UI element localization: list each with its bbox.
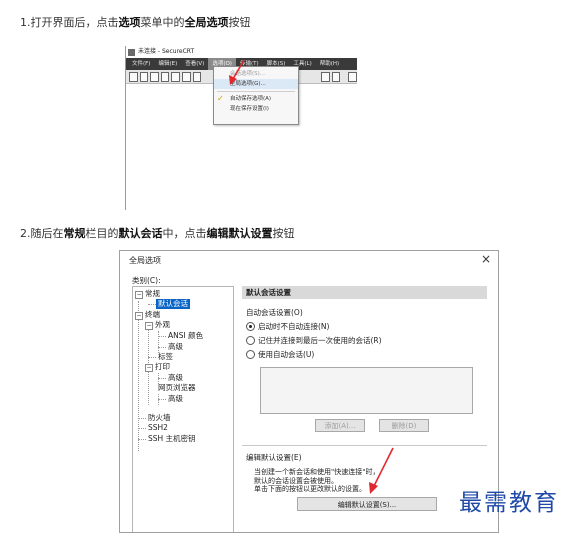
- radio-use-auto-session[interactable]: 使用自动会话(U): [246, 349, 314, 360]
- tree-item-tabs[interactable]: 标签: [158, 352, 173, 362]
- radio-no-auto-connect[interactable]: 启动时不自动连接(N): [246, 321, 329, 332]
- auto-session-group-label: 自动会话设置(O): [246, 308, 303, 317]
- delete-session-button[interactable]: 删除(D): [379, 419, 429, 432]
- copy-icon[interactable]: [181, 71, 191, 82]
- edit-desc-line: 当创建一个新会话和使用"快速连接"时，: [254, 468, 380, 476]
- radio-unselected-icon: [246, 350, 255, 359]
- check-icon: ✓: [217, 94, 224, 103]
- tree-item-general[interactable]: 常规: [145, 289, 160, 299]
- help-icon[interactable]: [331, 71, 341, 82]
- tree-item-print-advanced[interactable]: 高级: [168, 373, 183, 383]
- category-label: 类别(C):: [132, 276, 161, 285]
- edit-default-group: 编辑默认设置(E) 当创建一个新会话和使用"快速连接"时， 默认的会话设置会被使…: [242, 445, 487, 532]
- watermark-logo: 最需教育: [459, 490, 559, 516]
- menu-file[interactable]: 文件(F): [128, 58, 154, 70]
- menu-edit[interactable]: 编辑(E): [154, 58, 181, 70]
- panel-header: 默认会话设置: [242, 286, 487, 299]
- disconnect-icon[interactable]: [171, 71, 180, 82]
- window-title: 未连接 - SecureCRT: [138, 48, 195, 55]
- step2-bold-general: 常规: [63, 227, 86, 240]
- menu-item-global-options[interactable]: 全局选项(G)...: [214, 79, 298, 89]
- step2-mid2: 中，点击: [162, 227, 207, 240]
- add-session-button[interactable]: 添加(A)...: [315, 419, 365, 432]
- quick-connect-icon[interactable]: [139, 71, 149, 82]
- menu-item-session-options[interactable]: 会话选项(S)...: [214, 69, 298, 79]
- edit-default-description: 当创建一个新会话和使用"快速连接"时， 默认的会话设置会被使用。 单击下面的按钮…: [254, 468, 479, 494]
- menu-separator: [217, 91, 295, 92]
- tree-item-browser-advanced[interactable]: 高级: [168, 394, 183, 404]
- collapse-appearance-icon[interactable]: −: [145, 322, 153, 330]
- radio-selected-icon: [246, 322, 255, 331]
- step1-mid: 菜单中的: [140, 16, 185, 29]
- tree-item-terminal[interactable]: 终端: [145, 310, 160, 320]
- tree-item-appearance-advanced[interactable]: 高级: [168, 342, 183, 352]
- app-icon: [128, 48, 135, 56]
- collapse-print-icon[interactable]: −: [145, 364, 153, 372]
- menu-help[interactable]: 帮助(H): [316, 58, 343, 70]
- step2-mid1: 栏目的: [85, 227, 119, 240]
- default-session-panel: 默认会话设置 自动会话设置(O) 启动时不自动连接(N) 记住并连接到最后一次使…: [242, 286, 487, 532]
- menu-item-auto-save-options[interactable]: ✓ 自动保存选项(A): [214, 94, 298, 104]
- step1-bold-options: 选项: [118, 16, 141, 29]
- step1-bold-global-options: 全局选项: [184, 16, 229, 29]
- dialog-title: 全局选项: [129, 256, 161, 265]
- step2-bold-default-session: 默认会话: [118, 227, 163, 240]
- connect-icon[interactable]: [129, 71, 138, 82]
- connect-tab-icon[interactable]: [150, 71, 159, 82]
- step2-instruction: 2.随后在常规栏目的默认会话中，点击编辑默认设置按钮: [20, 225, 295, 241]
- settings-icon[interactable]: [348, 71, 357, 82]
- category-tree: − 常规 默认会话 − 终端 − 外观 ANSI 颜色 高级 标签 − 打印 高…: [132, 286, 234, 532]
- step1-suffix: 按钮: [228, 16, 251, 29]
- find-icon[interactable]: [321, 71, 330, 82]
- tree-item-ansi-color[interactable]: ANSI 颜色: [168, 331, 203, 341]
- tree-item-ssh2[interactable]: SSH2: [148, 423, 168, 433]
- edit-desc-line: 默认的会话设置会被使用。: [254, 476, 338, 485]
- tree-item-print[interactable]: 打印: [155, 362, 170, 372]
- reconnect-icon[interactable]: [160, 71, 170, 82]
- close-icon[interactable]: ×: [481, 252, 491, 266]
- radio-remember-last-session[interactable]: 记住并连接到最后一次使用的会话(R): [246, 335, 382, 346]
- tree-item-firewall[interactable]: 防火墙: [148, 413, 171, 423]
- tree-item-web-browser[interactable]: 网页浏览器: [158, 383, 196, 393]
- tree-item-default-session[interactable]: 默认会话: [156, 299, 190, 309]
- step2-prefix: 2.随后在: [20, 227, 64, 240]
- step1-instruction: 1.打开界面后，点击选项菜单中的全局选项按钮: [20, 14, 251, 30]
- step1-prefix: 1.打开界面后，点击: [20, 16, 119, 29]
- step2-suffix: 按钮: [272, 227, 295, 240]
- options-dropdown-menu: 会话选项(S)... 全局选项(G)... ✓ 自动保存选项(A) 现在保存设置…: [213, 66, 299, 125]
- window-titlebar: 未连接 - SecureCRT: [126, 46, 357, 58]
- paste-icon[interactable]: [192, 71, 202, 82]
- menu-item-save-settings-now[interactable]: 现在保存设置(I): [214, 104, 298, 114]
- global-options-dialog: 全局选项 × 类别(C): − 常规 默认会话 − 终端 − 外观 ANSI 颜…: [119, 250, 499, 533]
- edit-default-group-label: 编辑默认设置(E): [246, 453, 302, 462]
- tree-item-appearance[interactable]: 外观: [155, 320, 170, 330]
- step2-bold-edit-default: 编辑默认设置: [206, 227, 273, 240]
- edit-desc-line: 单击下面的按钮以更改默认的设置。: [254, 485, 366, 493]
- edit-default-settings-button[interactable]: 编辑默认设置(S)...: [297, 497, 437, 511]
- collapse-terminal-icon[interactable]: −: [135, 312, 143, 320]
- menu-view[interactable]: 查看(V): [181, 58, 208, 70]
- radio-unselected-icon: [246, 336, 255, 345]
- tree-item-ssh-host-keys[interactable]: SSH 主机密钥: [148, 434, 196, 444]
- auto-session-list[interactable]: [260, 367, 473, 414]
- collapse-general-icon[interactable]: −: [135, 291, 143, 299]
